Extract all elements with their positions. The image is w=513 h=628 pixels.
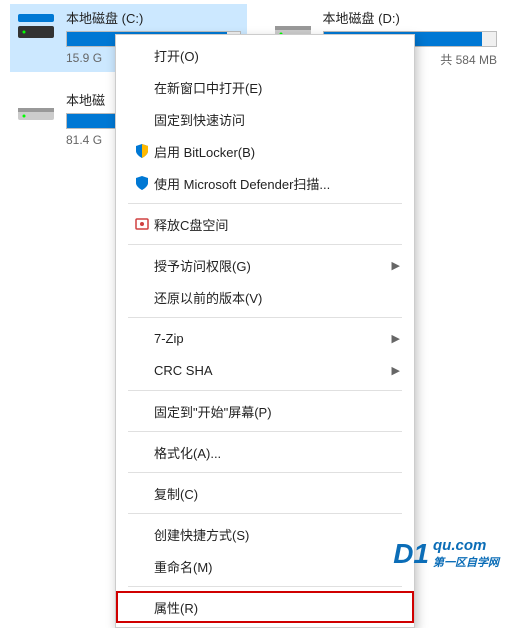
menu-item[interactable]: 7-Zip▶ bbox=[116, 322, 414, 354]
menu-item[interactable]: 在新窗口中打开(E) bbox=[116, 71, 414, 103]
menu-item[interactable]: 打开(O) bbox=[116, 39, 414, 71]
menu-item[interactable]: 复制(C) bbox=[116, 477, 414, 509]
menu-separator bbox=[128, 586, 402, 587]
menu-item[interactable]: 授予访问权限(G)▶ bbox=[116, 249, 414, 281]
menu-item-label: 在新窗口中打开(E) bbox=[154, 78, 400, 97]
menu-item-label: 重命名(M) bbox=[154, 557, 400, 576]
menu-item-label: 7-Zip bbox=[154, 331, 392, 346]
menu-item[interactable]: CRC SHA▶ bbox=[116, 354, 414, 386]
menu-item-label: 授予访问权限(G) bbox=[154, 256, 392, 275]
menu-item[interactable]: 释放C盘空间 bbox=[116, 208, 414, 240]
menu-item-label: 属性(R) bbox=[154, 598, 400, 617]
menu-item[interactable]: 使用 Microsoft Defender扫描... bbox=[116, 167, 414, 199]
menu-item[interactable]: 固定到快速访问 bbox=[116, 103, 414, 135]
menu-separator bbox=[128, 317, 402, 318]
menu-item[interactable]: 启用 BitLocker(B) bbox=[116, 135, 414, 167]
watermark-domain: qu.com bbox=[433, 537, 486, 554]
menu-item[interactable]: 格式化(A)... bbox=[116, 436, 414, 468]
menu-item[interactable]: 固定到"开始"屏幕(P) bbox=[116, 395, 414, 427]
chevron-right-icon: ▶ bbox=[392, 332, 400, 345]
menu-item-label: 使用 Microsoft Defender扫描... bbox=[154, 174, 400, 193]
menu-item-label: 复制(C) bbox=[154, 484, 400, 503]
menu-separator bbox=[128, 244, 402, 245]
menu-item-label: 创建快捷方式(S) bbox=[154, 525, 400, 544]
menu-separator bbox=[128, 472, 402, 473]
watermark: D1 qu.com 第一区自学网 bbox=[393, 537, 499, 570]
menu-item-label: 启用 BitLocker(B) bbox=[154, 142, 400, 161]
menu-item-label: 打开(O) bbox=[154, 46, 400, 65]
menu-separator bbox=[128, 203, 402, 204]
menu-item-label: 释放C盘空间 bbox=[154, 215, 400, 234]
cleanup-icon bbox=[130, 216, 154, 232]
menu-item-label: CRC SHA bbox=[154, 363, 392, 378]
context-menu: 打开(O) 在新窗口中打开(E) 固定到快速访问启用 BitLocker(B) 使用 … bbox=[115, 34, 415, 628]
menu-item[interactable]: 创建快捷方式(S) bbox=[116, 518, 414, 550]
drive-icon bbox=[16, 90, 56, 126]
chevron-right-icon: ▶ bbox=[392, 259, 400, 272]
menu-item-label: 还原以前的版本(V) bbox=[154, 288, 400, 307]
watermark-subtitle: 第一区自学网 bbox=[433, 554, 499, 570]
menu-item-label: 固定到"开始"屏幕(P) bbox=[154, 402, 400, 421]
menu-item[interactable]: 还原以前的版本(V) bbox=[116, 281, 414, 313]
shield-defender-icon bbox=[130, 175, 154, 191]
watermark-logo: D1 bbox=[393, 538, 429, 570]
menu-item-label: 固定到快速访问 bbox=[154, 110, 400, 129]
drive-icon bbox=[16, 8, 56, 44]
drive-name: 本地磁盘 (C:) bbox=[66, 8, 241, 27]
menu-item[interactable]: 重命名(M) bbox=[116, 550, 414, 582]
menu-item-label: 格式化(A)... bbox=[154, 443, 400, 462]
menu-item[interactable]: 属性(R) bbox=[116, 591, 414, 623]
menu-separator bbox=[128, 390, 402, 391]
shield-blue-icon bbox=[130, 143, 154, 159]
menu-separator bbox=[128, 513, 402, 514]
chevron-right-icon: ▶ bbox=[392, 364, 400, 377]
drive-name: 本地磁盘 (D:) bbox=[323, 8, 498, 27]
menu-separator bbox=[128, 431, 402, 432]
